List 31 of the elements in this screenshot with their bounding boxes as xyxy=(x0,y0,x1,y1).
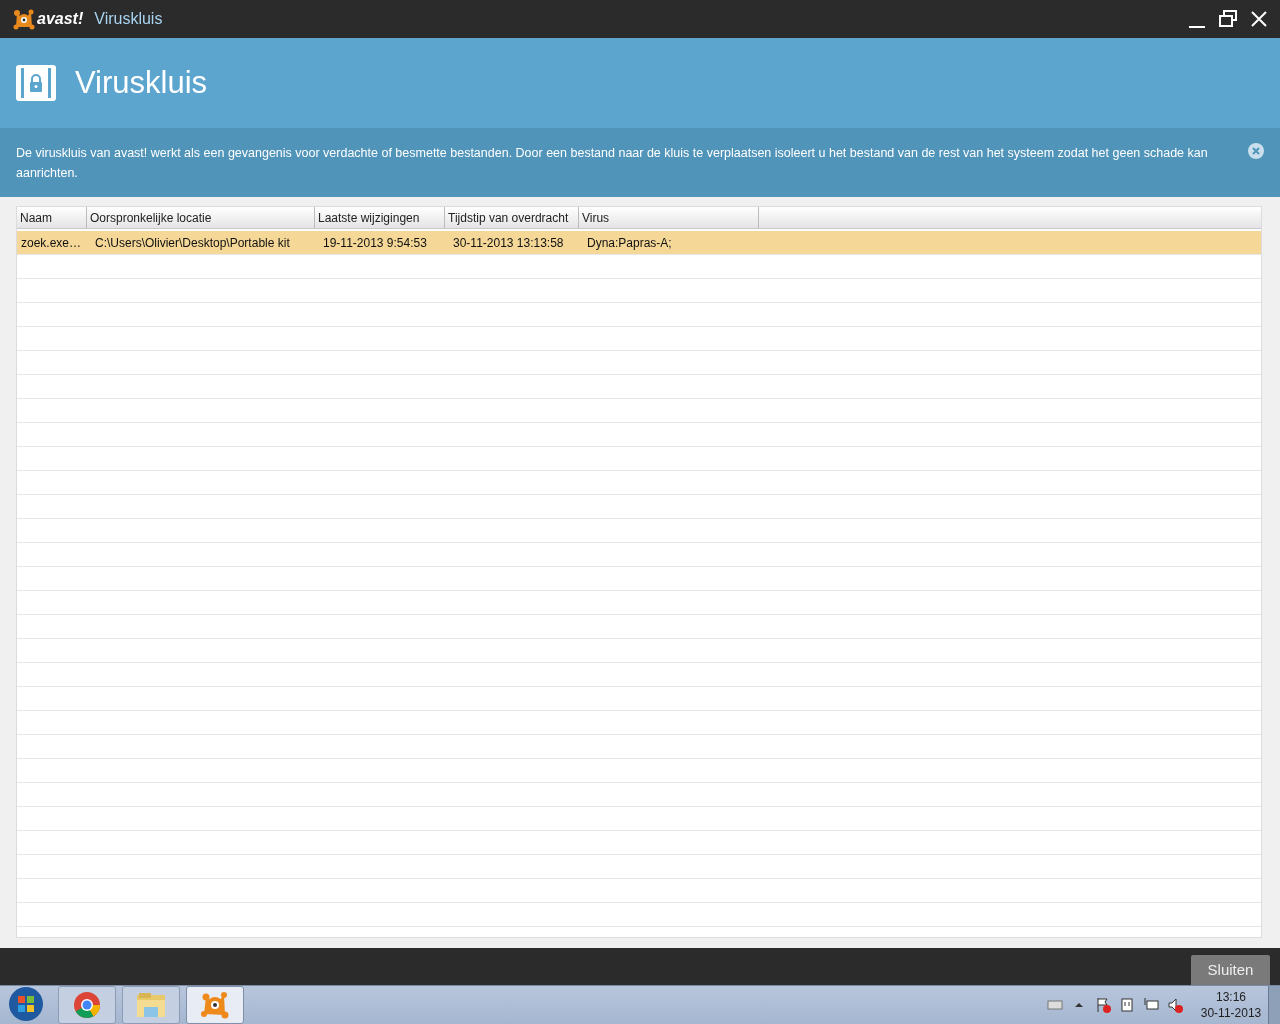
folder-icon xyxy=(135,990,167,1020)
safe-icon xyxy=(16,63,56,103)
page-title: Viruskluis xyxy=(75,63,208,102)
column-header[interactable]: Tijdstip van overdracht xyxy=(445,207,579,228)
flag-icon[interactable] xyxy=(1094,996,1112,1014)
start-button[interactable] xyxy=(6,985,46,1024)
table-cell-text: 19-11-2013 9:54:53 xyxy=(322,234,428,252)
maximize-icon[interactable] xyxy=(1218,9,1238,29)
column-header[interactable]: Naam xyxy=(17,207,87,228)
clock-date[interactable]: 30-11-2013 xyxy=(1200,1005,1262,1021)
column-header[interactable]: Virus xyxy=(579,207,759,228)
taskbar-button[interactable] xyxy=(58,986,116,1024)
info-text: De viruskluis van avast! werkt als een gevangenis voor verdachte of besmette bestanden. Door een bestand naar de kluis te verplaatsen isoleert u het bestand van de rest van het systeem zodat het geen schade kan aanrichten. xyxy=(16,145,1209,182)
column-header[interactable]: Laatste wijzigingen xyxy=(315,207,445,228)
avast-logo-icon xyxy=(13,8,35,30)
power-plug-icon[interactable] xyxy=(1118,996,1136,1014)
close-icon[interactable] xyxy=(1249,9,1269,29)
table-cell-text: 30-11-2013 13:13:58 xyxy=(452,234,565,252)
speaker-muted-icon[interactable] xyxy=(1166,996,1184,1014)
window-title: Viruskluis xyxy=(94,9,163,29)
browser-icon xyxy=(72,990,102,1020)
table-cell-text: Dyna:Papras-A; xyxy=(586,234,673,252)
logo-text: avast! xyxy=(37,9,84,29)
taskbar-button[interactable] xyxy=(186,986,244,1024)
close-button[interactable]: Sluiten xyxy=(1191,955,1270,985)
table-row[interactable]: zoek.exe… C:\Users\Olivier\Desktop\Portable kit 19-11-2013 9:54:53 30-11-2013 13:13:58 Dyna:Papras-A; xyxy=(17,231,1261,255)
clock-time[interactable]: 13:16 xyxy=(1216,989,1246,1005)
avast-icon xyxy=(200,990,230,1020)
column-header[interactable]: Oorspronkelijke locatie xyxy=(87,207,315,228)
table-cell-text: C:\Users\Olivier\Desktop\Portable kit xyxy=(94,234,291,252)
table-cell-text: zoek.exe… xyxy=(20,234,83,252)
